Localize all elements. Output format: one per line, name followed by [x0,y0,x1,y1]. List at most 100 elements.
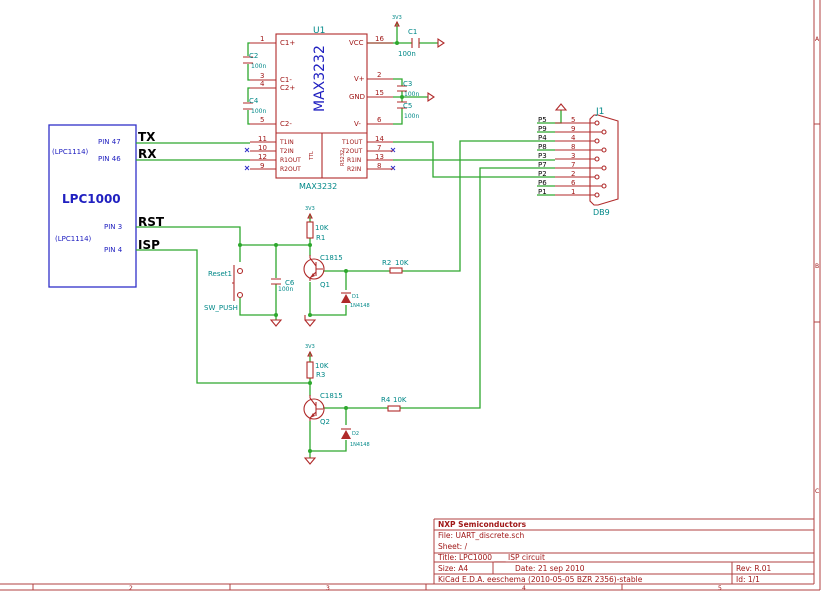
label: Reset1 [208,270,232,278]
label: 9 [260,162,264,170]
label: 1N4148 [350,303,370,309]
variant-label: (LPC1114) [52,148,89,156]
ic-body-label: MAX3232 [312,45,328,112]
label: T2OUT [341,148,363,155]
row-label: A [815,36,820,43]
label: D1 [352,294,359,300]
net-label-rx: RX [138,147,157,161]
mcu-block[interactable]: PIN 47 (LPC1114) PIN 46 LPC1000 PIN 3 (L… [48,124,165,288]
label: 9 [571,125,575,133]
label: C1815 [320,254,343,262]
label: C1+ [280,39,295,47]
label: 3 [260,72,264,80]
label: P1 [538,188,547,196]
sheet-name: Sheet: / [438,542,468,551]
label: 16 [375,35,384,43]
reset-switch[interactable]: Reset1 SW_PUSH [204,265,244,312]
resistors[interactable]: 10KR1 R2 10K 10KR3 R4 10K [306,221,409,412]
revision: Rev: R.01 [736,564,772,573]
label: VCC [349,39,364,47]
label: 100n [404,91,419,98]
label: C4 [249,97,259,105]
label: R1OUT [280,157,301,164]
row-label: C [815,488,819,495]
pin-label: PIN 4 [104,246,123,254]
pin-label: PIN 3 [104,223,122,231]
label: P6 [538,179,547,187]
label: Q1 [320,281,330,289]
size: Size: A4 [438,564,468,573]
transistors[interactable]: C1815 Q1 C1815 Q2 [303,254,343,426]
schematic-canvas[interactable]: 2 3 4 5 A B C PIN 47 (LPC1114) PIN 46 LP… [0,0,833,594]
label: R1 [316,234,325,242]
label: Q2 [320,418,330,426]
label: 8 [571,143,575,151]
label: R2 [382,259,391,267]
label: 100n [404,113,419,120]
label: 1 [571,188,575,196]
label: 10K [395,259,409,267]
ic-value: MAX3232 [299,182,337,191]
label: 100n [278,286,293,293]
pin-label: PIN 46 [98,155,121,163]
label: 6 [571,179,576,187]
pin-label: PIN 47 [98,138,121,146]
label: 13 [375,153,384,161]
net-label-tx: TX [138,130,156,144]
column-label: 3 [326,585,330,592]
wires [136,22,562,458]
mcu-name: LPC1000 [62,192,121,206]
label: T2IN [279,148,294,155]
label: R4 [381,396,391,404]
label: SW_PUSH [204,304,238,312]
column-label: 2 [129,585,133,592]
label: C2 [249,52,258,60]
label: P7 [538,161,547,169]
power-label: 3V3 [392,15,402,21]
left-pins: 1 C1+ 3 C1- 4 C2+ 5 C2- 11 T1IN 10 T2IN 12 R1OU… [258,35,301,173]
label: P8 [538,143,547,151]
label: 1N4148 [350,442,370,448]
company: NXP Semiconductors [438,520,527,529]
label: 8 [377,162,381,170]
label: V- [354,120,361,128]
label: 10 [258,144,267,152]
label: R3 [316,371,325,379]
label: 10K [393,396,407,404]
label: 15 [375,89,384,97]
label: C5 [403,102,412,110]
label: P9 [538,125,547,133]
label: 7 [377,144,381,152]
date: Date: 21 sep 2010 [515,564,585,573]
label: DB9 [593,208,610,217]
label: 100n [251,108,266,115]
label: V+ [354,75,365,83]
label: R1IN [347,157,361,164]
label: C2- [280,120,292,128]
label: D2 [352,431,359,437]
label: J1 [595,107,604,117]
label: 1 [260,35,264,43]
variant-label: (LPC1114) [55,235,92,243]
label: 6 [377,116,382,124]
max3232-ic[interactable]: U1 MAX3232 MAX3232 TTL RS232 1 C1+ 3 C1- 4… [250,26,393,191]
label: 10K [315,362,329,370]
label: P4 [538,134,547,142]
label: C3 [403,80,412,88]
diodes[interactable]: D1 1N4148 D2 1N4148 [341,292,370,448]
ic-reference: U1 [313,26,325,36]
sheet-border: 2 3 4 5 A B C [0,0,821,592]
power-label: 3V3 [305,206,315,212]
label: 11 [258,135,267,143]
label: T1OUT [341,139,363,146]
label: 3 [571,152,575,160]
label: 5 [260,116,264,124]
label: 4 [260,80,265,88]
label: 12 [258,153,267,161]
label: GND [349,93,365,101]
tool-version: KiCad E.D.A. eeschema (2010-05-05 BZR 23… [438,575,643,584]
label: P5 [538,116,547,124]
label: C1- [280,76,292,84]
column-label: 5 [718,585,722,592]
right-pins: 16 VCC 2 V+ 15 GND 6 V- 14 T1OUT 7 T2OUT 13 R1I… [341,35,384,173]
